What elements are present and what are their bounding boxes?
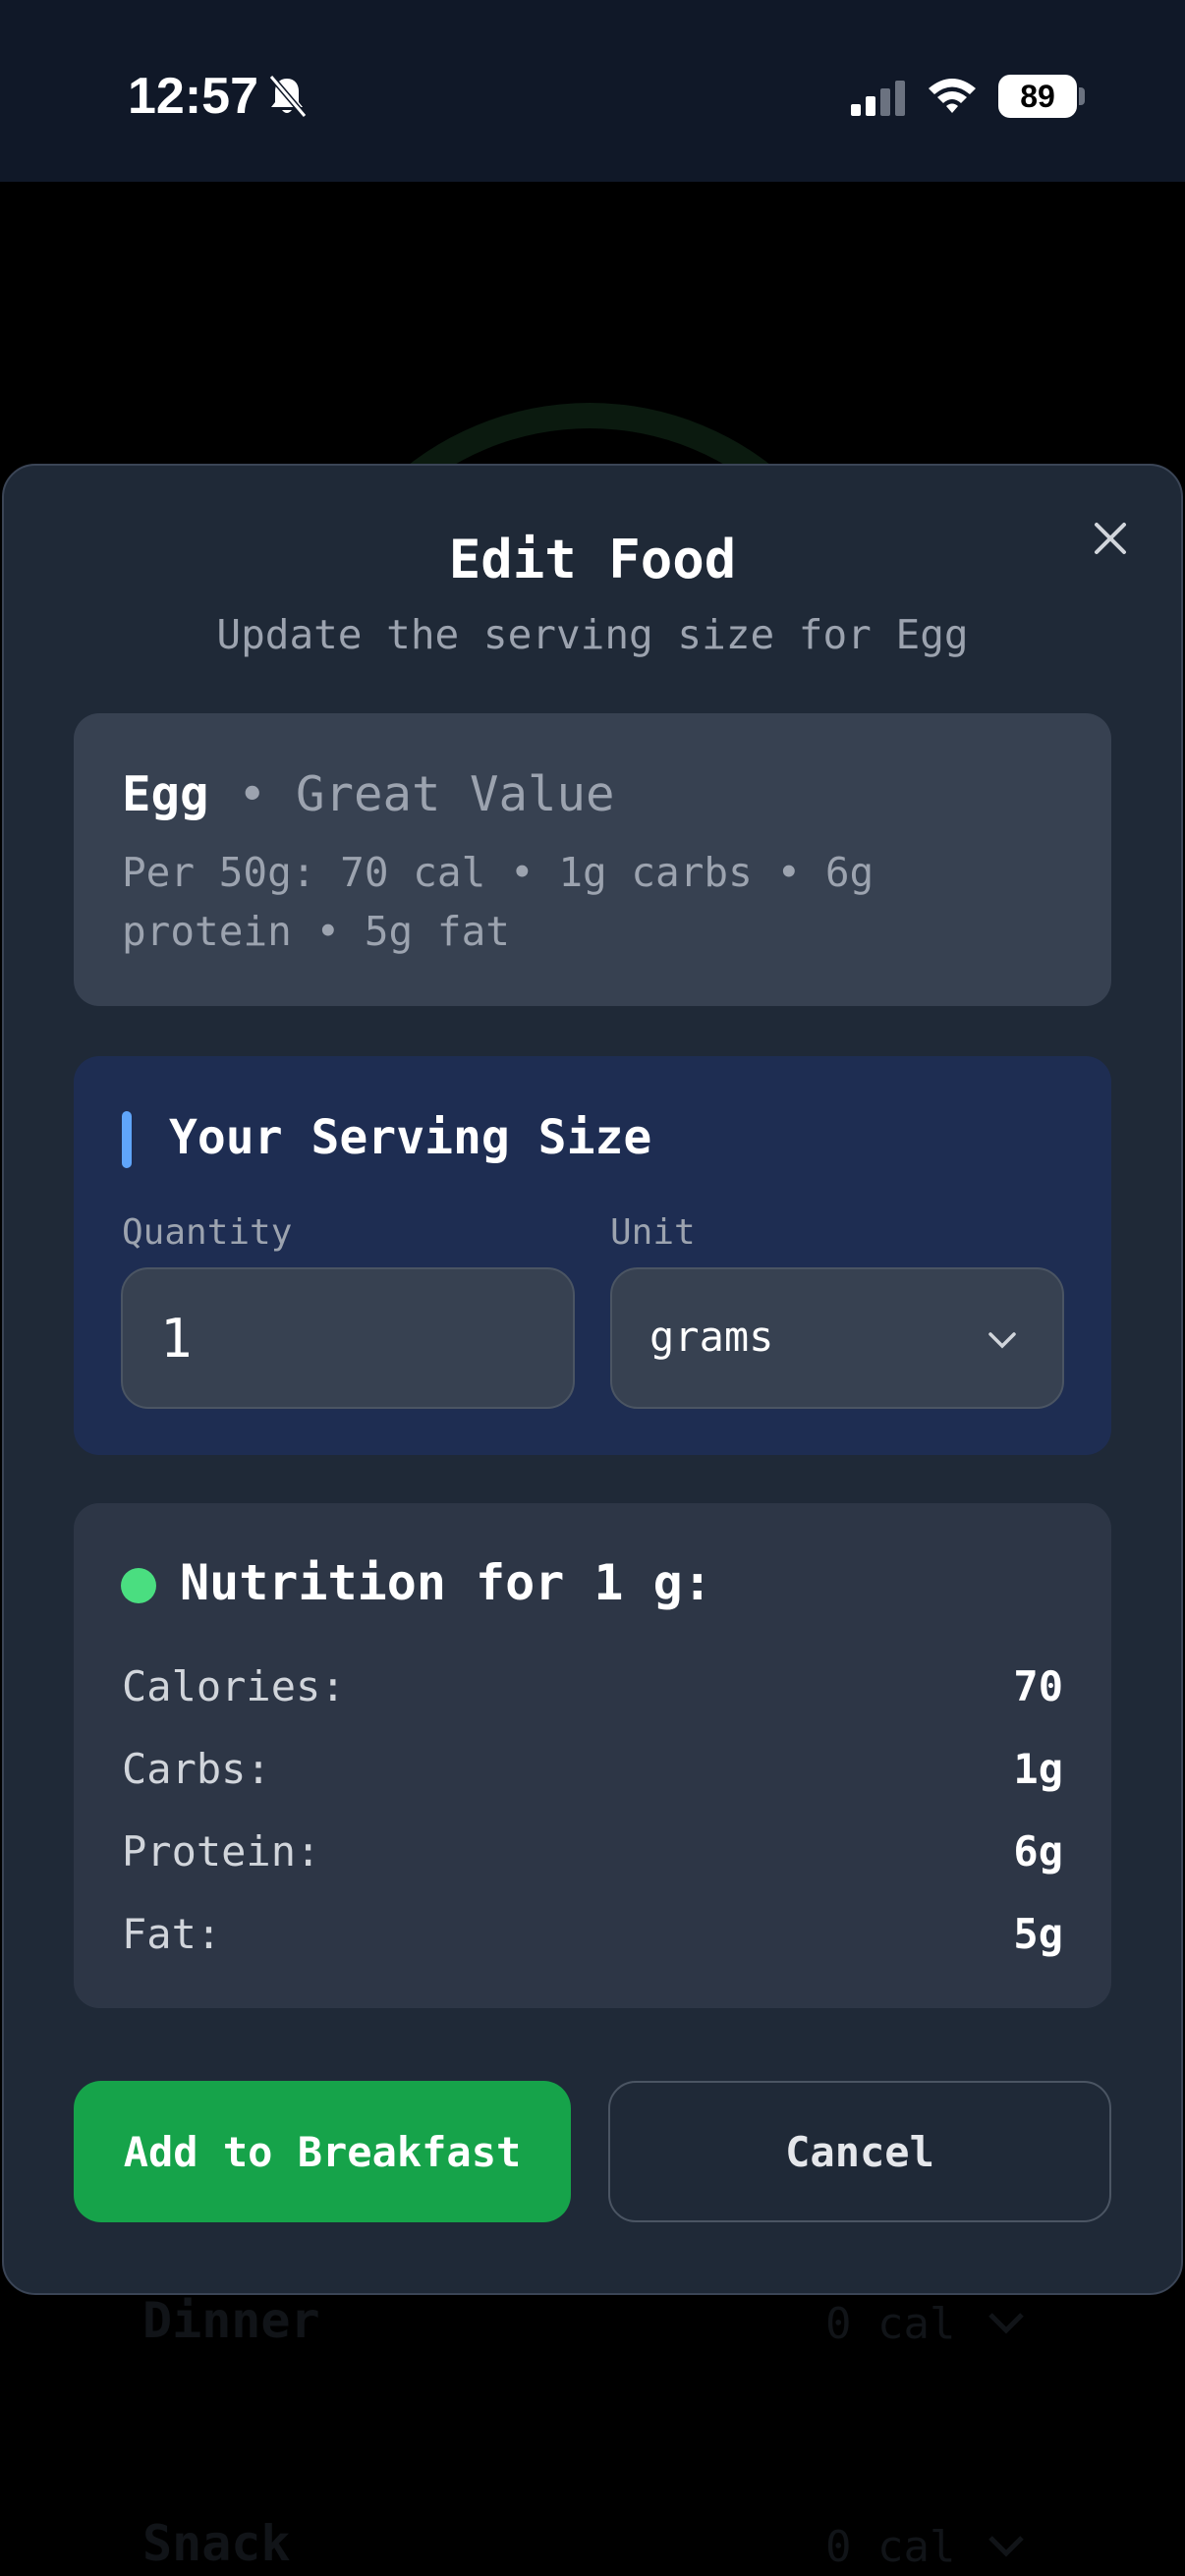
nutrition-value-carbs: 1g [1013,1745,1063,1793]
nutrition-label-carbs: Carbs: [122,1745,271,1793]
battery-tip [1079,87,1085,105]
modal-subtitle: Update the serving size for Egg [216,611,969,658]
meal-dinner-label: Dinner [142,2292,320,2349]
signal-icon [851,81,905,116]
nutrition-value-fat: 5g [1013,1910,1063,1958]
unit-label: Unit [610,1212,696,1253]
status-time: 12:57 [128,68,258,125]
meal-dinner-calories: 0 cal [825,2299,956,2349]
food-title-line: Egg • Great Value [122,766,615,822]
battery-icon: 89 [998,75,1077,118]
nutrition-status-dot [121,1568,156,1603]
chevron-down-icon [988,1332,1016,1349]
chevron-down-icon [988,2313,1024,2334]
modal-title: Edit Food [448,529,737,590]
quantity-label: Quantity [122,1212,293,1253]
nutrition-title: Nutrition for 1 g: [180,1554,712,1611]
food-per-serving: Per 50g: 70 cal • 1g carbs • 6g protein … [122,849,875,955]
serving-title: Your Serving Size [169,1110,652,1165]
meal-snack-calories: 0 cal [825,2522,956,2572]
add-to-breakfast-button[interactable]: Add to Breakfast [74,2081,571,2222]
food-separator: • [208,766,297,822]
nutrition-value-calories: 70 [1013,1662,1063,1710]
bell-slash-icon [268,75,308,118]
meal-snack-label: Snack [142,2515,291,2572]
status-bar: 12:57 89 [0,0,1185,182]
wifi-icon [929,79,976,113]
serving-accent-bar [122,1111,132,1168]
food-brand: Great Value [296,766,615,822]
chevron-down-icon [988,2536,1024,2557]
nutrition-value-protein: 6g [1013,1827,1063,1876]
quantity-input[interactable] [121,1267,575,1409]
cancel-button[interactable]: Cancel [608,2081,1111,2222]
unit-select-value: grams [649,1313,774,1361]
nutrition-label-fat: Fat: [122,1910,222,1958]
nutrition-label-protein: Protein: [122,1827,321,1876]
food-name: Egg [122,766,209,822]
nutrition-label-calories: Calories: [122,1662,346,1710]
